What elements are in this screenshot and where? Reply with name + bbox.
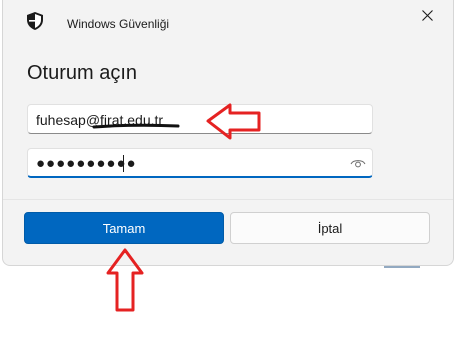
annotation-overlay [92,103,261,312]
arrow-up-annotation [106,248,144,312]
arrow-left-annotation [206,103,261,140]
underline-annotation [92,123,180,129]
